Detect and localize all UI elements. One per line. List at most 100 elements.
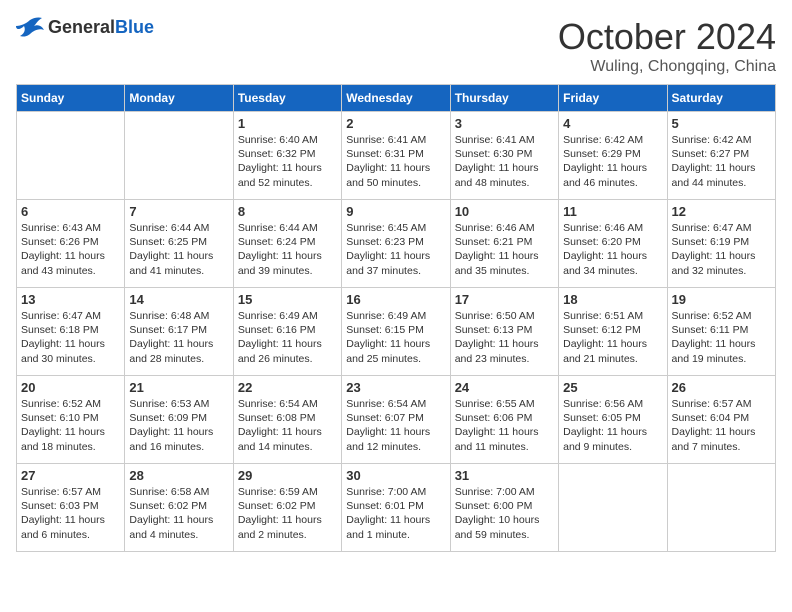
day-number: 5 xyxy=(672,116,771,131)
day-number: 20 xyxy=(21,380,120,395)
day-detail: Sunrise: 6:47 AMSunset: 6:18 PMDaylight:… xyxy=(21,309,120,366)
day-number: 9 xyxy=(346,204,445,219)
calendar-cell: 2 Sunrise: 6:41 AMSunset: 6:31 PMDaylight… xyxy=(342,112,450,200)
calendar-table: SundayMondayTuesdayWednesdayThursdayFrid… xyxy=(16,84,776,552)
month-title: October 2024 xyxy=(558,16,776,58)
day-detail: Sunrise: 6:47 AMSunset: 6:19 PMDaylight:… xyxy=(672,221,771,278)
day-header-thursday: Thursday xyxy=(450,85,558,112)
calendar-cell: 27Sunrise: 6:57 AMSunset: 6:03 PMDayligh… xyxy=(17,464,125,552)
calendar-cell: 9Sunrise: 6:45 AMSunset: 6:23 PMDaylight… xyxy=(342,200,450,288)
day-number: 4 xyxy=(563,116,662,131)
day-detail: Sunrise: 6:42 AMSunset: 6:27 PMDaylight:… xyxy=(672,133,771,190)
day-detail: Sunrise: 6:56 AMSunset: 6:05 PMDaylight:… xyxy=(563,397,662,454)
week-row-3: 13 Sunrise: 6:47 AMSunset: 6:18 PMDayligh… xyxy=(17,288,776,376)
day-detail: Sunrise: 6:42 AMSunset: 6:29 PMDaylight:… xyxy=(563,133,662,190)
day-number: 30 xyxy=(346,468,445,483)
calendar-cell xyxy=(667,464,775,552)
calendar-cell: 8Sunrise: 6:44 AMSunset: 6:24 PMDaylight… xyxy=(233,200,341,288)
day-header-sunday: Sunday xyxy=(17,85,125,112)
calendar-cell: 1Sunrise: 6:40 AMSunset: 6:32 PMDaylight… xyxy=(233,112,341,200)
calendar-cell: 28Sunrise: 6:58 AMSunset: 6:02 PMDayligh… xyxy=(125,464,233,552)
day-detail: Sunrise: 6:44 AMSunset: 6:25 PMDaylight:… xyxy=(129,221,228,278)
calendar-cell xyxy=(559,464,667,552)
day-detail: Sunrise: 6:57 AMSunset: 6:03 PMDaylight:… xyxy=(21,485,120,542)
day-number: 1 xyxy=(238,116,337,131)
day-number: 25 xyxy=(563,380,662,395)
day-header-tuesday: Tuesday xyxy=(233,85,341,112)
calendar-cell: 18 Sunrise: 6:51 AMSunset: 6:12 PMDayligh… xyxy=(559,288,667,376)
day-detail: Sunrise: 6:51 AMSunset: 6:12 PMDaylight:… xyxy=(563,309,662,366)
day-number: 28 xyxy=(129,468,228,483)
day-detail: Sunrise: 6:57 AMSunset: 6:04 PMDaylight:… xyxy=(672,397,771,454)
day-detail: Sunrise: 6:49 AMSunset: 6:16 PMDaylight:… xyxy=(238,309,337,366)
day-number: 7 xyxy=(129,204,228,219)
day-number: 15 xyxy=(238,292,337,307)
calendar-cell: 22 Sunrise: 6:54 AMSunset: 6:08 PMDayligh… xyxy=(233,376,341,464)
calendar-cell: 17 Sunrise: 6:50 AMSunset: 6:13 PMDayligh… xyxy=(450,288,558,376)
day-number: 10 xyxy=(455,204,554,219)
day-detail: Sunrise: 6:53 AMSunset: 6:09 PMDaylight:… xyxy=(129,397,228,454)
day-header-monday: Monday xyxy=(125,85,233,112)
day-detail: Sunrise: 6:41 AMSunset: 6:31 PMDaylight:… xyxy=(346,133,445,190)
day-number: 23 xyxy=(346,380,445,395)
day-number: 22 xyxy=(238,380,337,395)
day-detail: Sunrise: 6:59 AMSunset: 6:02 PMDaylight:… xyxy=(238,485,337,542)
day-detail: Sunrise: 6:54 AMSunset: 6:07 PMDaylight:… xyxy=(346,397,445,454)
calendar-cell: 6 Sunrise: 6:43 AMSunset: 6:26 PMDaylight… xyxy=(17,200,125,288)
day-number: 12 xyxy=(672,204,771,219)
days-of-week-row: SundayMondayTuesdayWednesdayThursdayFrid… xyxy=(17,85,776,112)
day-number: 18 xyxy=(563,292,662,307)
day-detail: Sunrise: 6:54 AMSunset: 6:08 PMDaylight:… xyxy=(238,397,337,454)
title-area: October 2024 Wuling, Chongqing, China xyxy=(558,16,776,76)
day-number: 6 xyxy=(21,204,120,219)
calendar-cell: 13 Sunrise: 6:47 AMSunset: 6:18 PMDayligh… xyxy=(17,288,125,376)
day-number: 17 xyxy=(455,292,554,307)
day-number: 13 xyxy=(21,292,120,307)
calendar-cell: 26 Sunrise: 6:57 AMSunset: 6:04 PMDayligh… xyxy=(667,376,775,464)
calendar-header: SundayMondayTuesdayWednesdayThursdayFrid… xyxy=(17,85,776,112)
calendar-cell xyxy=(17,112,125,200)
day-detail: Sunrise: 6:52 AMSunset: 6:11 PMDaylight:… xyxy=(672,309,771,366)
logo: GeneralBlue xyxy=(16,16,154,38)
day-number: 29 xyxy=(238,468,337,483)
week-row-1: 1Sunrise: 6:40 AMSunset: 6:32 PMDaylight… xyxy=(17,112,776,200)
logo-blue: Blue xyxy=(115,17,154,37)
calendar-cell: 7 Sunrise: 6:44 AMSunset: 6:25 PMDaylight… xyxy=(125,200,233,288)
day-detail: Sunrise: 6:46 AMSunset: 6:21 PMDaylight:… xyxy=(455,221,554,278)
day-detail: Sunrise: 6:50 AMSunset: 6:13 PMDaylight:… xyxy=(455,309,554,366)
day-number: 14 xyxy=(129,292,228,307)
calendar-cell: 16Sunrise: 6:49 AMSunset: 6:15 PMDayligh… xyxy=(342,288,450,376)
day-detail: Sunrise: 6:44 AMSunset: 6:24 PMDaylight:… xyxy=(238,221,337,278)
day-number: 26 xyxy=(672,380,771,395)
day-number: 11 xyxy=(563,204,662,219)
day-detail: Sunrise: 6:43 AMSunset: 6:26 PMDaylight:… xyxy=(21,221,120,278)
day-header-friday: Friday xyxy=(559,85,667,112)
calendar-cell: 19 Sunrise: 6:52 AMSunset: 6:11 PMDayligh… xyxy=(667,288,775,376)
calendar-cell: 23 Sunrise: 6:54 AMSunset: 6:07 PMDayligh… xyxy=(342,376,450,464)
day-number: 31 xyxy=(455,468,554,483)
calendar-cell: 5 Sunrise: 6:42 AMSunset: 6:27 PMDaylight… xyxy=(667,112,775,200)
calendar-cell: 14 Sunrise: 6:48 AMSunset: 6:17 PMDayligh… xyxy=(125,288,233,376)
calendar-cell: 12 Sunrise: 6:47 AMSunset: 6:19 PMDayligh… xyxy=(667,200,775,288)
day-detail: Sunrise: 6:52 AMSunset: 6:10 PMDaylight:… xyxy=(21,397,120,454)
day-detail: Sunrise: 7:00 AMSunset: 6:01 PMDaylight:… xyxy=(346,485,445,542)
calendar-cell: 11Sunrise: 6:46 AMSunset: 6:20 PMDayligh… xyxy=(559,200,667,288)
calendar-cell: 15 Sunrise: 6:49 AMSunset: 6:16 PMDayligh… xyxy=(233,288,341,376)
header: GeneralBlue October 2024 Wuling, Chongqi… xyxy=(16,16,776,76)
day-detail: Sunrise: 6:49 AMSunset: 6:15 PMDaylight:… xyxy=(346,309,445,366)
day-number: 2 xyxy=(346,116,445,131)
day-number: 19 xyxy=(672,292,771,307)
day-detail: Sunrise: 7:00 AMSunset: 6:00 PMDaylight:… xyxy=(455,485,554,542)
day-number: 3 xyxy=(455,116,554,131)
day-header-wednesday: Wednesday xyxy=(342,85,450,112)
day-detail: Sunrise: 6:48 AMSunset: 6:17 PMDaylight:… xyxy=(129,309,228,366)
day-number: 24 xyxy=(455,380,554,395)
calendar-cell xyxy=(125,112,233,200)
day-detail: Sunrise: 6:55 AMSunset: 6:06 PMDaylight:… xyxy=(455,397,554,454)
week-row-5: 27Sunrise: 6:57 AMSunset: 6:03 PMDayligh… xyxy=(17,464,776,552)
day-detail: Sunrise: 6:41 AMSunset: 6:30 PMDaylight:… xyxy=(455,133,554,190)
calendar-cell: 31 Sunrise: 7:00 AMSunset: 6:00 PMDayligh… xyxy=(450,464,558,552)
calendar-cell: 10 Sunrise: 6:46 AMSunset: 6:21 PMDayligh… xyxy=(450,200,558,288)
day-header-saturday: Saturday xyxy=(667,85,775,112)
logo-general: General xyxy=(48,17,115,37)
